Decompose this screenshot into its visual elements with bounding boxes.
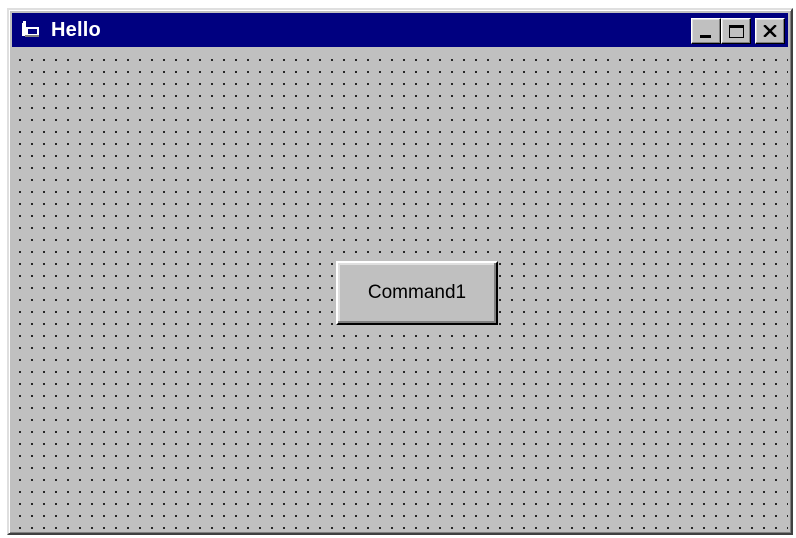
title-bar-controls [691, 18, 785, 44]
window-title: Hello [51, 18, 101, 41]
maximize-button[interactable] [721, 18, 751, 44]
close-button[interactable] [755, 18, 785, 44]
minimize-icon [700, 35, 711, 38]
close-icon [763, 25, 777, 37]
form-design-surface[interactable]: Command1 [12, 50, 788, 530]
minimize-button[interactable] [691, 18, 721, 44]
maximize-icon [728, 24, 744, 38]
form-icon[interactable] [20, 19, 42, 41]
command1-button[interactable]: Command1 [336, 261, 498, 325]
form-window[interactable]: Hello Command1 [7, 8, 793, 535]
title-bar[interactable]: Hello [12, 13, 788, 47]
